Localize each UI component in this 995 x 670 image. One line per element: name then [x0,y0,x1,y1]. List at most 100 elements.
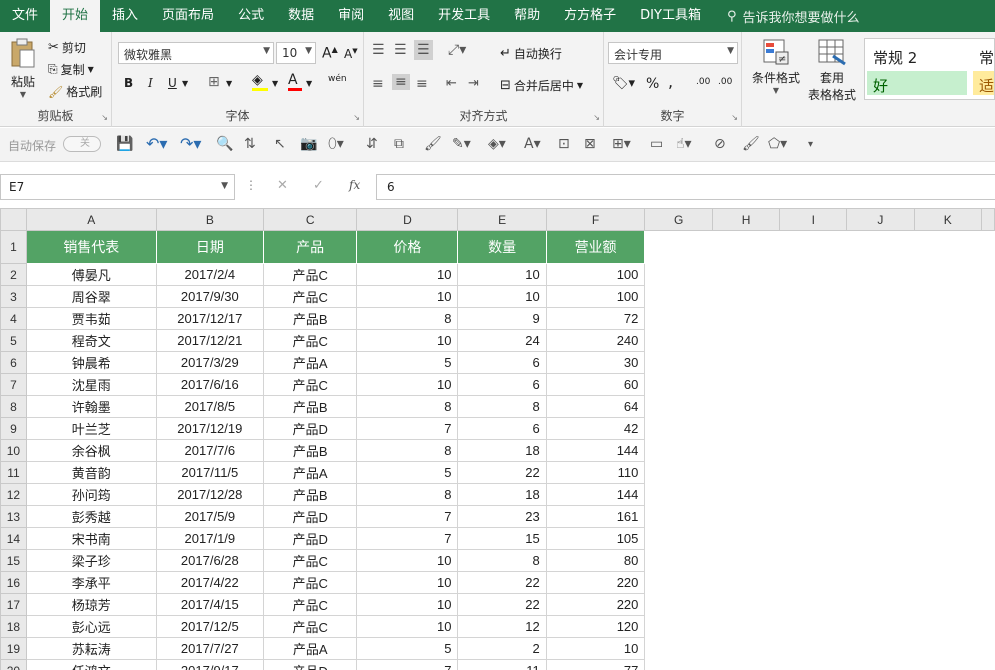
select-all-corner[interactable] [0,208,27,231]
print-preview-icon[interactable]: 🔍 [216,136,233,152]
empty-cell[interactable] [645,352,713,374]
data-cell[interactable]: 产品B [262,439,358,462]
data-cell[interactable]: 5 [356,637,459,660]
data-cell[interactable]: 许翰墨 [25,395,157,418]
empty-cell[interactable] [914,440,981,462]
row-header[interactable]: 18 [0,615,27,638]
empty-cell[interactable] [712,396,779,418]
redo-icon[interactable]: ↷▾ [180,134,201,153]
dialog-launcher-icon[interactable]: ↘ [593,113,600,122]
empty-cell[interactable] [712,330,779,352]
column-header[interactable]: A [25,208,157,231]
empty-cell[interactable] [982,286,995,308]
row-header[interactable]: 1 [0,230,27,264]
border-icon[interactable]: ⊞ [208,74,220,90]
format-brush-icon[interactable]: 🖌 [742,136,760,152]
empty-cell[interactable] [847,638,914,660]
data-cell[interactable]: 105 [545,527,646,550]
bold-button[interactable]: B [124,76,133,90]
empty-cell[interactable] [847,462,914,484]
font-color-icon[interactable]: A [288,72,302,91]
data-cell[interactable]: 产品C [262,571,358,594]
empty-cell[interactable] [645,308,713,330]
name-box[interactable]: E7 ▼ [0,174,235,200]
empty-cell[interactable] [645,638,713,660]
data-cell[interactable]: 110 [545,461,646,484]
data-cell[interactable]: 77 [545,659,646,670]
cancel-icon[interactable]: ✕ [277,178,288,193]
number-format-select[interactable]: 会计专用 ▼ [608,42,738,64]
empty-cell[interactable] [712,550,779,572]
empty-cell[interactable] [847,660,914,670]
empty-cell[interactable] [712,616,779,638]
empty-cell[interactable] [712,572,779,594]
shapes-icon[interactable]: ⬠▾ [768,136,787,152]
empty-cell[interactable] [645,231,713,264]
cut-button[interactable]: ✂ 剪切 [48,39,86,56]
empty-cell[interactable] [982,484,995,506]
data-cell[interactable]: 产品A [262,637,358,660]
conditional-format-button[interactable]: ≠ 条件格式 ▼ [748,38,804,95]
data-cell[interactable]: 100 [545,285,646,308]
empty-cell[interactable] [914,396,981,418]
empty-cell[interactable] [847,286,914,308]
header-cell[interactable]: 营业额 [545,230,646,264]
empty-cell[interactable] [712,506,779,528]
data-cell[interactable]: 60 [545,373,646,396]
data-cell[interactable]: 任鸿文 [25,659,157,670]
chevron-down-icon[interactable]: ▼ [272,79,278,88]
style-good[interactable]: 好 [867,71,967,95]
orientation-icon[interactable]: ⤢▾ [448,42,466,58]
empty-cell[interactable] [847,418,914,440]
empty-cell[interactable] [982,528,995,550]
menu-tab[interactable]: 公式 [226,0,276,32]
empty-cell[interactable] [780,231,847,264]
data-cell[interactable]: 2017/11/5 [155,461,264,484]
currency-icon[interactable]: 🏷▾ [612,76,635,91]
data-cell[interactable]: 22 [457,571,547,594]
italic-button[interactable]: I [148,76,153,90]
data-cell[interactable]: 产品D [262,505,358,528]
textbox-icon[interactable]: ▭ [650,136,663,152]
align-right-icon[interactable]: ≡ [416,76,428,92]
empty-cell[interactable] [780,352,847,374]
copy-button[interactable]: ⎘ 复制 ▼ [48,61,94,78]
autosave-toggle[interactable]: 关 [63,136,101,152]
data-cell[interactable]: 2017/3/29 [155,351,264,374]
paste-button[interactable]: 粘贴 ▼ [6,38,40,100]
empty-cell[interactable] [780,330,847,352]
empty-cell[interactable] [914,374,981,396]
data-cell[interactable]: 8 [356,307,459,330]
data-cell[interactable]: 沈星雨 [25,373,157,396]
data-cell[interactable]: 10 [457,285,547,308]
ungroup-icon[interactable]: ⊠ [584,136,596,152]
column-header[interactable]: I [779,208,848,231]
data-cell[interactable]: 产品D [262,659,358,670]
empty-cell[interactable] [645,440,713,462]
empty-cell[interactable] [914,308,981,330]
empty-cell[interactable] [847,231,914,264]
group-icon[interactable]: ⊡ [558,136,570,152]
menu-tab[interactable]: 方方格子 [552,0,628,32]
data-cell[interactable]: 2017/6/16 [155,373,264,396]
column-header[interactable]: F [545,208,646,231]
empty-cell[interactable] [645,594,713,616]
empty-cell[interactable] [847,506,914,528]
empty-cell[interactable] [982,616,995,638]
empty-cell[interactable] [847,440,914,462]
empty-cell[interactable] [847,264,914,286]
empty-cell[interactable] [847,594,914,616]
insert-function-icon[interactable]: fx [349,178,360,192]
empty-cell[interactable] [982,462,995,484]
empty-cell[interactable] [914,484,981,506]
empty-cell[interactable] [712,264,779,286]
empty-cell[interactable] [712,528,779,550]
empty-cell[interactable] [780,396,847,418]
data-cell[interactable]: 6 [457,417,547,440]
column-header[interactable]: K [913,208,983,231]
data-cell[interactable]: 2017/12/17 [155,307,264,330]
font-color-icon[interactable]: A▾ [524,136,541,152]
data-cell[interactable]: 产品C [262,329,358,352]
data-cell[interactable]: 彭心远 [25,615,157,638]
row-header[interactable]: 9 [0,417,27,440]
